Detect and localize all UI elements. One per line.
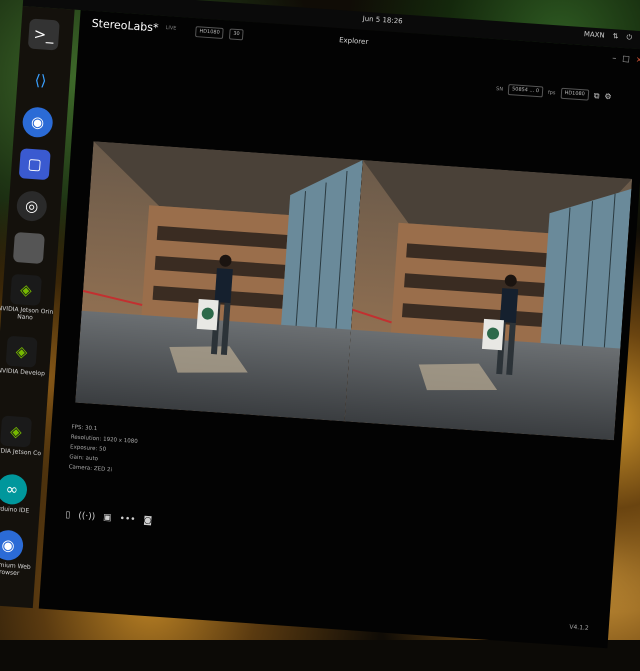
broadcast-icon[interactable]: ((·)): [78, 511, 96, 522]
obs-icon[interactable]: ◎: [15, 190, 48, 223]
minimize-icon[interactable]: –: [612, 53, 617, 62]
brand-logo: StereoLabs*: [91, 16, 159, 35]
dock-label: NVIDIA Develop: [0, 367, 46, 378]
system-tray: MAXN ⇅ ⏻: [583, 30, 633, 42]
chromium-web-icon[interactable]: ◉: [0, 529, 25, 562]
nvidia-devel-icon[interactable]: ◈: [5, 335, 38, 368]
vscode-icon[interactable]: ⟨⟩: [25, 64, 57, 96]
more-icon[interactable]: •••: [119, 514, 136, 525]
fps-select[interactable]: 30: [228, 28, 245, 41]
close-icon[interactable]: ×: [635, 55, 640, 64]
right-camera-image: [344, 160, 633, 441]
file-icon[interactable]: ▯: [65, 510, 71, 520]
camera-toolbar: SN 50854 ... 0 fps HD1080 ⧉ ⚙: [496, 83, 612, 102]
bottom-toolbar: ▯ ((·)) ▣ ••• ◙: [65, 510, 153, 526]
stereo-view: [75, 141, 633, 441]
video-icon[interactable]: ▣: [103, 513, 112, 524]
app-icon[interactable]: ▢: [18, 148, 51, 181]
zed-explorer-window: StereoLabs* LIVE HD1080 30 Explorer – □ …: [38, 10, 640, 649]
clock[interactable]: Jun 5 18:26: [362, 15, 402, 26]
fps-label: fps: [547, 89, 556, 96]
terminal-icon[interactable]: >_: [27, 18, 60, 51]
network-icon[interactable]: ⇅: [612, 32, 618, 41]
left-camera-image: [75, 141, 363, 422]
nvidia-app2-icon[interactable]: ◈: [0, 415, 33, 448]
app-window-icon[interactable]: [12, 231, 45, 264]
mode-label: LIVE: [165, 24, 177, 32]
serial-label: SN: [495, 85, 504, 93]
power-mode-label[interactable]: MAXN: [583, 30, 605, 40]
maximize-icon[interactable]: □: [622, 54, 630, 64]
dock-label: NVIDIA Jetson Orin Nano: [0, 304, 54, 322]
dock-label: Arduino IDE: [0, 505, 30, 515]
resolution-select[interactable]: HD1080: [194, 26, 225, 40]
record-icon[interactable]: ⧉: [593, 91, 599, 101]
serial-field[interactable]: 50854 ... 0: [507, 84, 544, 98]
resolution-field[interactable]: HD1080: [560, 87, 590, 101]
settings-icon[interactable]: ⚙: [604, 92, 612, 101]
version-label: V4.1.2: [569, 623, 589, 632]
nvidia-icon[interactable]: ◈: [9, 273, 42, 306]
window-controls: – □ ×: [612, 53, 640, 64]
camera-info-panel: FPS: 30.1 Resolution: 1920 x 1080 Exposu…: [68, 422, 138, 477]
chromium-icon[interactable]: ◉: [21, 106, 54, 139]
dock-label: Chromium Web Browser: [0, 560, 31, 578]
arduino-icon[interactable]: ∞: [0, 473, 29, 506]
power-icon[interactable]: ⏻: [626, 33, 632, 42]
window-title: Explorer: [338, 36, 369, 47]
screen: Jun 5 18:26 MAXN ⇅ ⏻ >_ ⟨⟩ ◉ ▢ ◎ ◈ NVIDI…: [0, 0, 640, 671]
dock-label: NVIDIA Jetson Co: [0, 446, 42, 458]
camera-icon[interactable]: ◙: [143, 516, 152, 527]
